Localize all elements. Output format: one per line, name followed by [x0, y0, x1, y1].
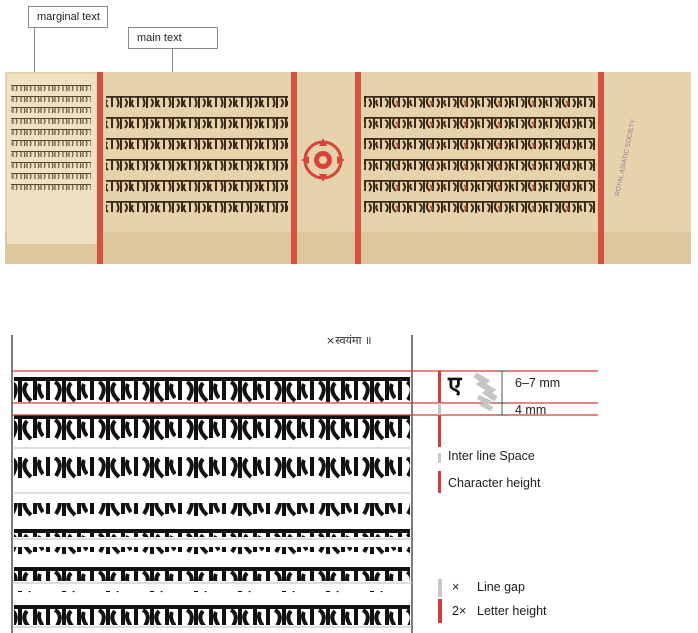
legend-line-gap: Line gap [477, 580, 525, 594]
script-line-5 [14, 547, 410, 581]
letter-height-swatch [438, 599, 442, 623]
detail-top-note: ×स्वयंमा ॥ [326, 334, 372, 347]
main-text-callout: main text [128, 27, 218, 49]
legend-letter-height: Letter height [477, 604, 547, 618]
character-height-bar-top [438, 371, 441, 403]
marginal-text-callout: marginal text [28, 6, 108, 28]
inter-line-space-swatch [438, 453, 441, 463]
line-height-measure: 6–7 mm [515, 376, 561, 390]
line-space-bar-top [438, 403, 441, 415]
main-text-label: main text [137, 32, 182, 44]
line-gap-measure: 4 mm [515, 403, 547, 417]
legend-letter-height-prefix: 2× [452, 604, 467, 618]
manuscript-photo: ROYAL ASIATIC SOCIETY [5, 72, 691, 264]
script-line-4 [14, 503, 410, 537]
sample-glyph: ए [447, 371, 463, 399]
script-line-1 [14, 370, 410, 404]
marginal-text-label: marginal text [37, 11, 100, 23]
legend-character-height: Character height [448, 476, 541, 490]
legend-line-gap-symbol: × [452, 580, 460, 594]
script-line-6 [14, 591, 410, 625]
legend-inter-line-space: Inter line Space [448, 449, 535, 463]
character-height-swatch [438, 471, 441, 493]
line-gap-swatch [438, 579, 442, 597]
script-line-3 [14, 457, 410, 491]
detail-diagram: ए [11, 335, 598, 633]
script-line-2 [14, 413, 410, 447]
